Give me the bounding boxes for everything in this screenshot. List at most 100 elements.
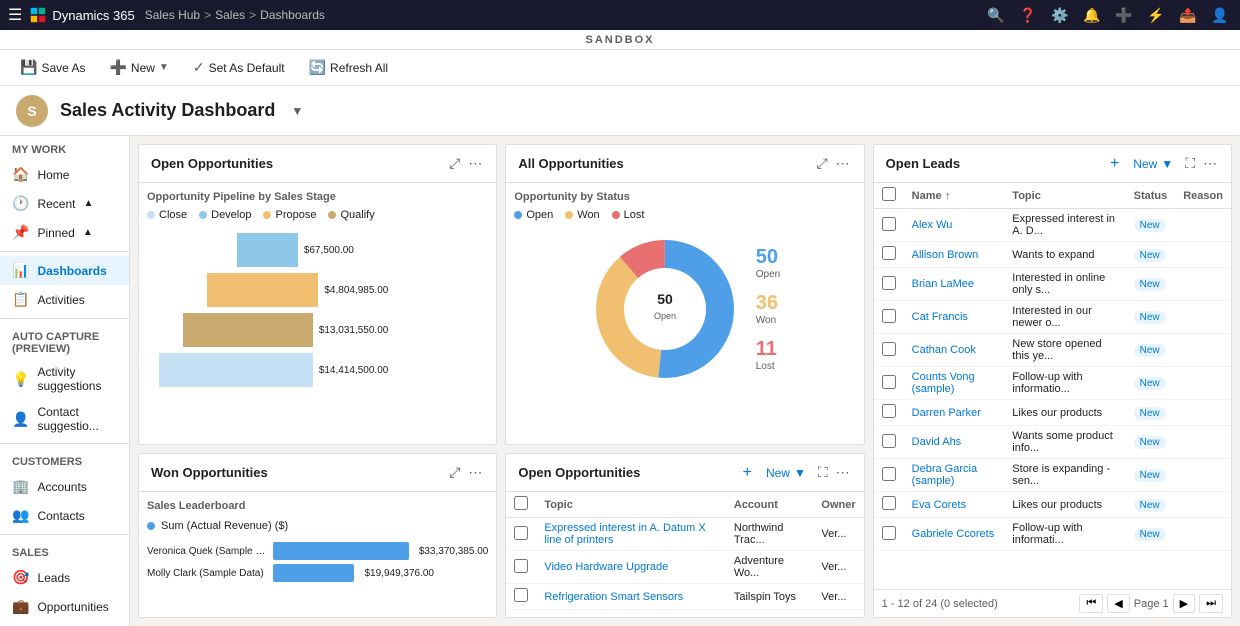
col-checkbox-b[interactable] — [506, 492, 536, 518]
open-opp-bottom-more-icon[interactable]: ⋯ — [834, 462, 852, 483]
row-topic-b[interactable]: Expressed interest in A. Datum X line of… — [536, 518, 726, 551]
refresh-all-button[interactable]: 🔄 Refresh All — [301, 55, 396, 80]
row-name[interactable]: Allison Brown — [904, 242, 1005, 268]
row-checkbox-cell[interactable] — [874, 400, 904, 426]
row-checkbox[interactable] — [882, 276, 896, 290]
sidebar-item-pinned[interactable]: 📌 Pinned ▲ — [0, 218, 129, 247]
table-row[interactable]: Cathan Cook New store opened this ye... … — [874, 334, 1231, 367]
row-topic-b[interactable]: Refrigeration Smart Sensors — [536, 584, 726, 610]
row-name[interactable]: Counts Vong (sample) — [904, 367, 1005, 400]
table-row[interactable]: David Ahs Wants some product info... New — [874, 426, 1231, 459]
table-row[interactable]: Allison Brown Wants to expand New — [874, 242, 1231, 268]
row-name[interactable]: Brian LaMee — [904, 268, 1005, 301]
row-name[interactable]: Alex Wu — [904, 209, 1005, 242]
name-link[interactable]: Alex Wu — [912, 219, 953, 231]
col-owner-b[interactable]: Owner — [813, 492, 863, 518]
name-link[interactable]: Debra Garcia (sample) — [912, 463, 977, 487]
row-checkbox-cell[interactable] — [874, 426, 904, 459]
breadcrumb-module[interactable]: Sales — [215, 8, 245, 22]
new-button[interactable]: ➕ New ▼ — [101, 55, 176, 80]
name-link[interactable]: Counts Vong (sample) — [912, 371, 975, 395]
table-row[interactable]: Refrigeration Smart Sensors Tailspin Toy… — [506, 584, 863, 610]
sidebar-item-dashboards[interactable]: 📊 Dashboards — [0, 256, 129, 285]
row-checkbox-cell[interactable] — [874, 459, 904, 492]
breadcrumb-hub[interactable]: Sales Hub — [145, 8, 200, 22]
plus-icon[interactable]: ➕ — [1112, 7, 1136, 24]
row-checkbox[interactable] — [882, 309, 896, 323]
save-as-button[interactable]: 💾 Save As — [12, 55, 93, 80]
row-name[interactable]: Cat Francis — [904, 301, 1005, 334]
row-checkbox[interactable] — [882, 217, 896, 231]
name-link[interactable]: Gabriele Ccorets — [912, 528, 995, 540]
name-link[interactable]: Cathan Cook — [912, 344, 976, 356]
table-row[interactable]: Gabriele Ccorets Follow-up with informat… — [874, 518, 1231, 551]
row-checkbox[interactable] — [882, 434, 896, 448]
open-opp-more-icon[interactable]: ⋯ — [466, 153, 484, 174]
user-icon[interactable]: 👤 — [1208, 7, 1232, 24]
row-checkbox-cell-b[interactable] — [506, 584, 536, 610]
open-opp-expand-icon[interactable]: ⤢ — [447, 153, 462, 174]
row-checkbox-cell[interactable] — [874, 492, 904, 518]
row-checkbox-b[interactable] — [514, 559, 528, 573]
row-checkbox[interactable] — [882, 342, 896, 356]
row-checkbox-cell-b[interactable] — [506, 551, 536, 584]
row-checkbox[interactable] — [882, 404, 896, 418]
open-opp-bottom-new-button[interactable]: New ▼ — [760, 464, 812, 482]
row-name[interactable]: Debra Garcia (sample) — [904, 459, 1005, 492]
row-checkbox-b[interactable] — [514, 588, 528, 602]
open-leads-add-icon[interactable]: + — [1106, 155, 1123, 173]
row-topic-b[interactable]: Video Hardware Upgrade — [536, 551, 726, 584]
share-icon[interactable]: 📤 — [1176, 7, 1200, 24]
sidebar-item-contacts[interactable]: 👥 Contacts — [0, 501, 129, 530]
row-checkbox-cell[interactable] — [874, 209, 904, 242]
row-checkbox-cell[interactable] — [874, 518, 904, 551]
open-opp-bottom-filter-icon[interactable]: ⛶ — [816, 462, 830, 483]
filter-icon[interactable]: ⚡ — [1144, 7, 1168, 24]
table-row[interactable]: Expressed interest in A. Datum X line of… — [506, 518, 863, 551]
row-checkbox-cell[interactable] — [874, 242, 904, 268]
table-row[interactable]: Video Hardware Upgrade Adventure Wo... V… — [506, 551, 863, 584]
row-checkbox[interactable] — [882, 467, 896, 481]
row-checkbox-cell-b[interactable] — [506, 518, 536, 551]
col-checkbox[interactable] — [874, 183, 904, 209]
breadcrumb-section[interactable]: Dashboards — [260, 8, 325, 22]
all-opp-more-icon[interactable]: ⋯ — [834, 153, 852, 174]
open-leads-more-icon[interactable]: ⋯ — [1201, 153, 1219, 174]
col-name[interactable]: Name ↑ — [904, 183, 1005, 209]
name-link[interactable]: Darren Parker — [912, 407, 981, 419]
all-opp-expand-icon[interactable]: ⤢ — [814, 153, 829, 174]
won-opp-expand-icon[interactable]: ⤢ — [447, 462, 462, 483]
col-account-b[interactable]: Account — [726, 492, 814, 518]
set-default-button[interactable]: ✓ Set As Default — [185, 55, 293, 80]
table-row[interactable]: Debra Garcia (sample) Store is expanding… — [874, 459, 1231, 492]
name-link[interactable]: Allison Brown — [912, 249, 979, 261]
col-reason[interactable]: Reason — [1175, 183, 1231, 209]
row-checkbox-cell[interactable] — [874, 334, 904, 367]
row-name[interactable]: Eva Corets — [904, 492, 1005, 518]
table-row[interactable]: Alex Wu Expressed interest in A. D... Ne… — [874, 209, 1231, 242]
col-status[interactable]: Status — [1126, 183, 1176, 209]
open-leads-filter-icon[interactable]: ⛶ — [1183, 153, 1197, 174]
table-row[interactable]: Counts Vong (sample) Follow-up with info… — [874, 367, 1231, 400]
sidebar-item-accounts[interactable]: 🏢 Accounts — [0, 472, 129, 501]
sidebar-item-home[interactable]: 🏠 Home — [0, 160, 129, 189]
open-opp-bottom-add-icon[interactable]: + — [739, 464, 756, 482]
table-row[interactable]: Brian LaMee Interested in online only s.… — [874, 268, 1231, 301]
settings-icon[interactable]: ⚙️ — [1048, 7, 1072, 24]
name-link[interactable]: Brian LaMee — [912, 278, 974, 290]
table-row[interactable]: Darren Parker Likes our products New — [874, 400, 1231, 426]
topic-link[interactable]: Expressed interest in A. Datum X line of… — [544, 522, 705, 546]
col-topic-b[interactable]: Topic — [536, 492, 726, 518]
select-all-checkbox[interactable] — [882, 187, 896, 201]
row-checkbox-cell[interactable] — [874, 268, 904, 301]
name-link[interactable]: Cat Francis — [912, 311, 968, 323]
sidebar-item-activities[interactable]: 📋 Activities — [0, 285, 129, 314]
topic-link[interactable]: Refrigeration Smart Sensors — [544, 591, 683, 603]
notifications-icon[interactable]: 🔔 — [1080, 7, 1104, 24]
pag-last-icon[interactable]: ⏭ — [1199, 594, 1223, 613]
pag-next-icon[interactable]: ▶ — [1173, 594, 1195, 613]
pag-prev-icon[interactable]: ◀ — [1107, 594, 1129, 613]
row-checkbox[interactable] — [882, 246, 896, 260]
sidebar-item-contact-suggestions[interactable]: 👤 Contact suggestio... — [0, 399, 129, 439]
col-topic[interactable]: Topic — [1004, 183, 1125, 209]
